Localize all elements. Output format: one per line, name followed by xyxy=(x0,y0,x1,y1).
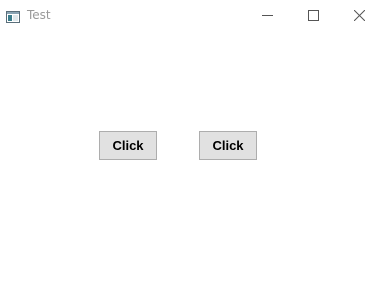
window-app-icon xyxy=(6,8,20,23)
close-icon xyxy=(354,10,365,21)
window-title: Test xyxy=(27,8,51,22)
client-area: Click Click xyxy=(0,30,382,291)
click-button-right[interactable]: Click xyxy=(199,131,257,160)
maximize-button[interactable] xyxy=(290,0,336,30)
app-window: Test Click Click xyxy=(0,0,382,291)
click-button-left[interactable]: Click xyxy=(99,131,157,160)
maximize-icon xyxy=(308,10,319,21)
close-button[interactable] xyxy=(336,0,382,30)
title-bar[interactable]: Test xyxy=(0,0,382,30)
minimize-icon xyxy=(262,15,273,16)
minimize-button[interactable] xyxy=(244,0,290,30)
